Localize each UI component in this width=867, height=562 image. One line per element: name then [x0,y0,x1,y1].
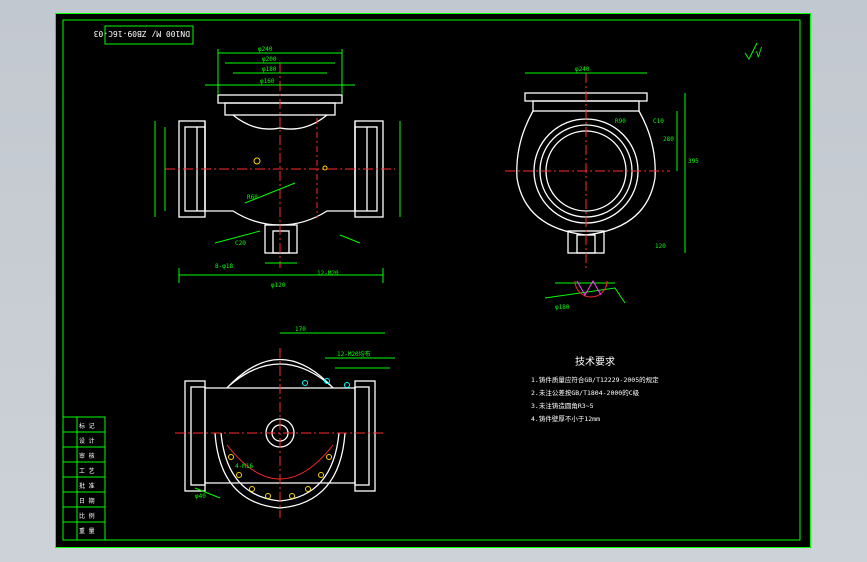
dim-side-4: 395 [688,158,699,165]
dim-side-5: 280 [663,136,674,143]
dim-front-2: φ180 [262,66,277,73]
dim-front-4: 8-φ18 [215,263,233,270]
dim-front-0: φ240 [258,46,273,53]
sheet-inner-border [62,19,801,541]
drawing-number-text: DN100 M/ ZB09-16C-03 [93,29,190,38]
dim-side-6: 120 [655,243,666,250]
side-view: φ240 φ180 R90 C10 395 280 120 [505,66,699,311]
drawing-canvas: DN100 M/ ZB09-16C-03 √ φ240 φ200 φ180 φ1… [55,13,811,548]
title-block: 标 记 设 计 审 核 工 艺 批 准 日 期 比 例 重 量 [62,416,106,541]
dim-front-3: φ160 [260,78,275,85]
front-view: φ240 φ200 φ180 φ160 8-φ18 12-M20 R60 φ12… [154,46,401,289]
cad-viewport[interactable]: DN100 M/ ZB09-16C-03 √ φ240 φ200 φ180 φ1… [0,0,867,562]
dim-front-1: φ200 [262,56,277,63]
title-block-row: 比 例 [79,512,95,520]
title-block-row: 批 准 [79,482,95,490]
tech-req-item: 4.铸件壁厚不小于12mm [531,414,600,423]
plan-view: 170 12-M20均布 4-M16 φ40 [175,326,395,518]
title-block-row: 标 记 [79,422,95,430]
tech-requirements: 技术要求 1.铸件质量应符合GB/T12229-2005的规定 2.未注公差按G… [531,355,659,423]
title-block-row: 设 计 [79,437,95,445]
title-block-row: 重 量 [79,527,95,535]
tech-req-item: 3.未注铸造圆角R3~5 [531,401,594,410]
drawing-sheet: DN100 M/ ZB09-16C-03 √ φ240 φ200 φ180 φ1… [55,13,811,548]
dim-plan-3: φ40 [195,493,206,500]
roughness-symbol: √ [755,46,762,60]
tech-req-item: 2.未注公差按GB/T1804-2000的C级 [531,388,640,397]
dim-side-0: φ240 [575,66,590,73]
dim-side-3: C10 [653,118,664,125]
dim-front-8: C20 [235,240,246,247]
title-block-row: 工 艺 [79,467,95,475]
title-block-row: 审 核 [79,452,95,460]
dim-front-6: R60 [247,194,258,201]
dim-plan-1: 12-M20均布 [337,350,371,358]
tech-req-title: 技术要求 [575,355,615,368]
title-block-row: 日 期 [79,497,95,505]
dim-plan-2: 4-M16 [235,463,253,470]
sheet-outer-border [55,13,811,548]
dim-side-1: φ180 [555,304,570,311]
dim-front-5: 12-M20 [317,270,339,277]
dim-plan-0: 170 [295,326,306,333]
dim-front-7: φ120 [271,282,286,289]
tech-req-item: 1.铸件质量应符合GB/T12229-2005的规定 [531,375,659,384]
dim-side-2: R90 [615,118,626,125]
